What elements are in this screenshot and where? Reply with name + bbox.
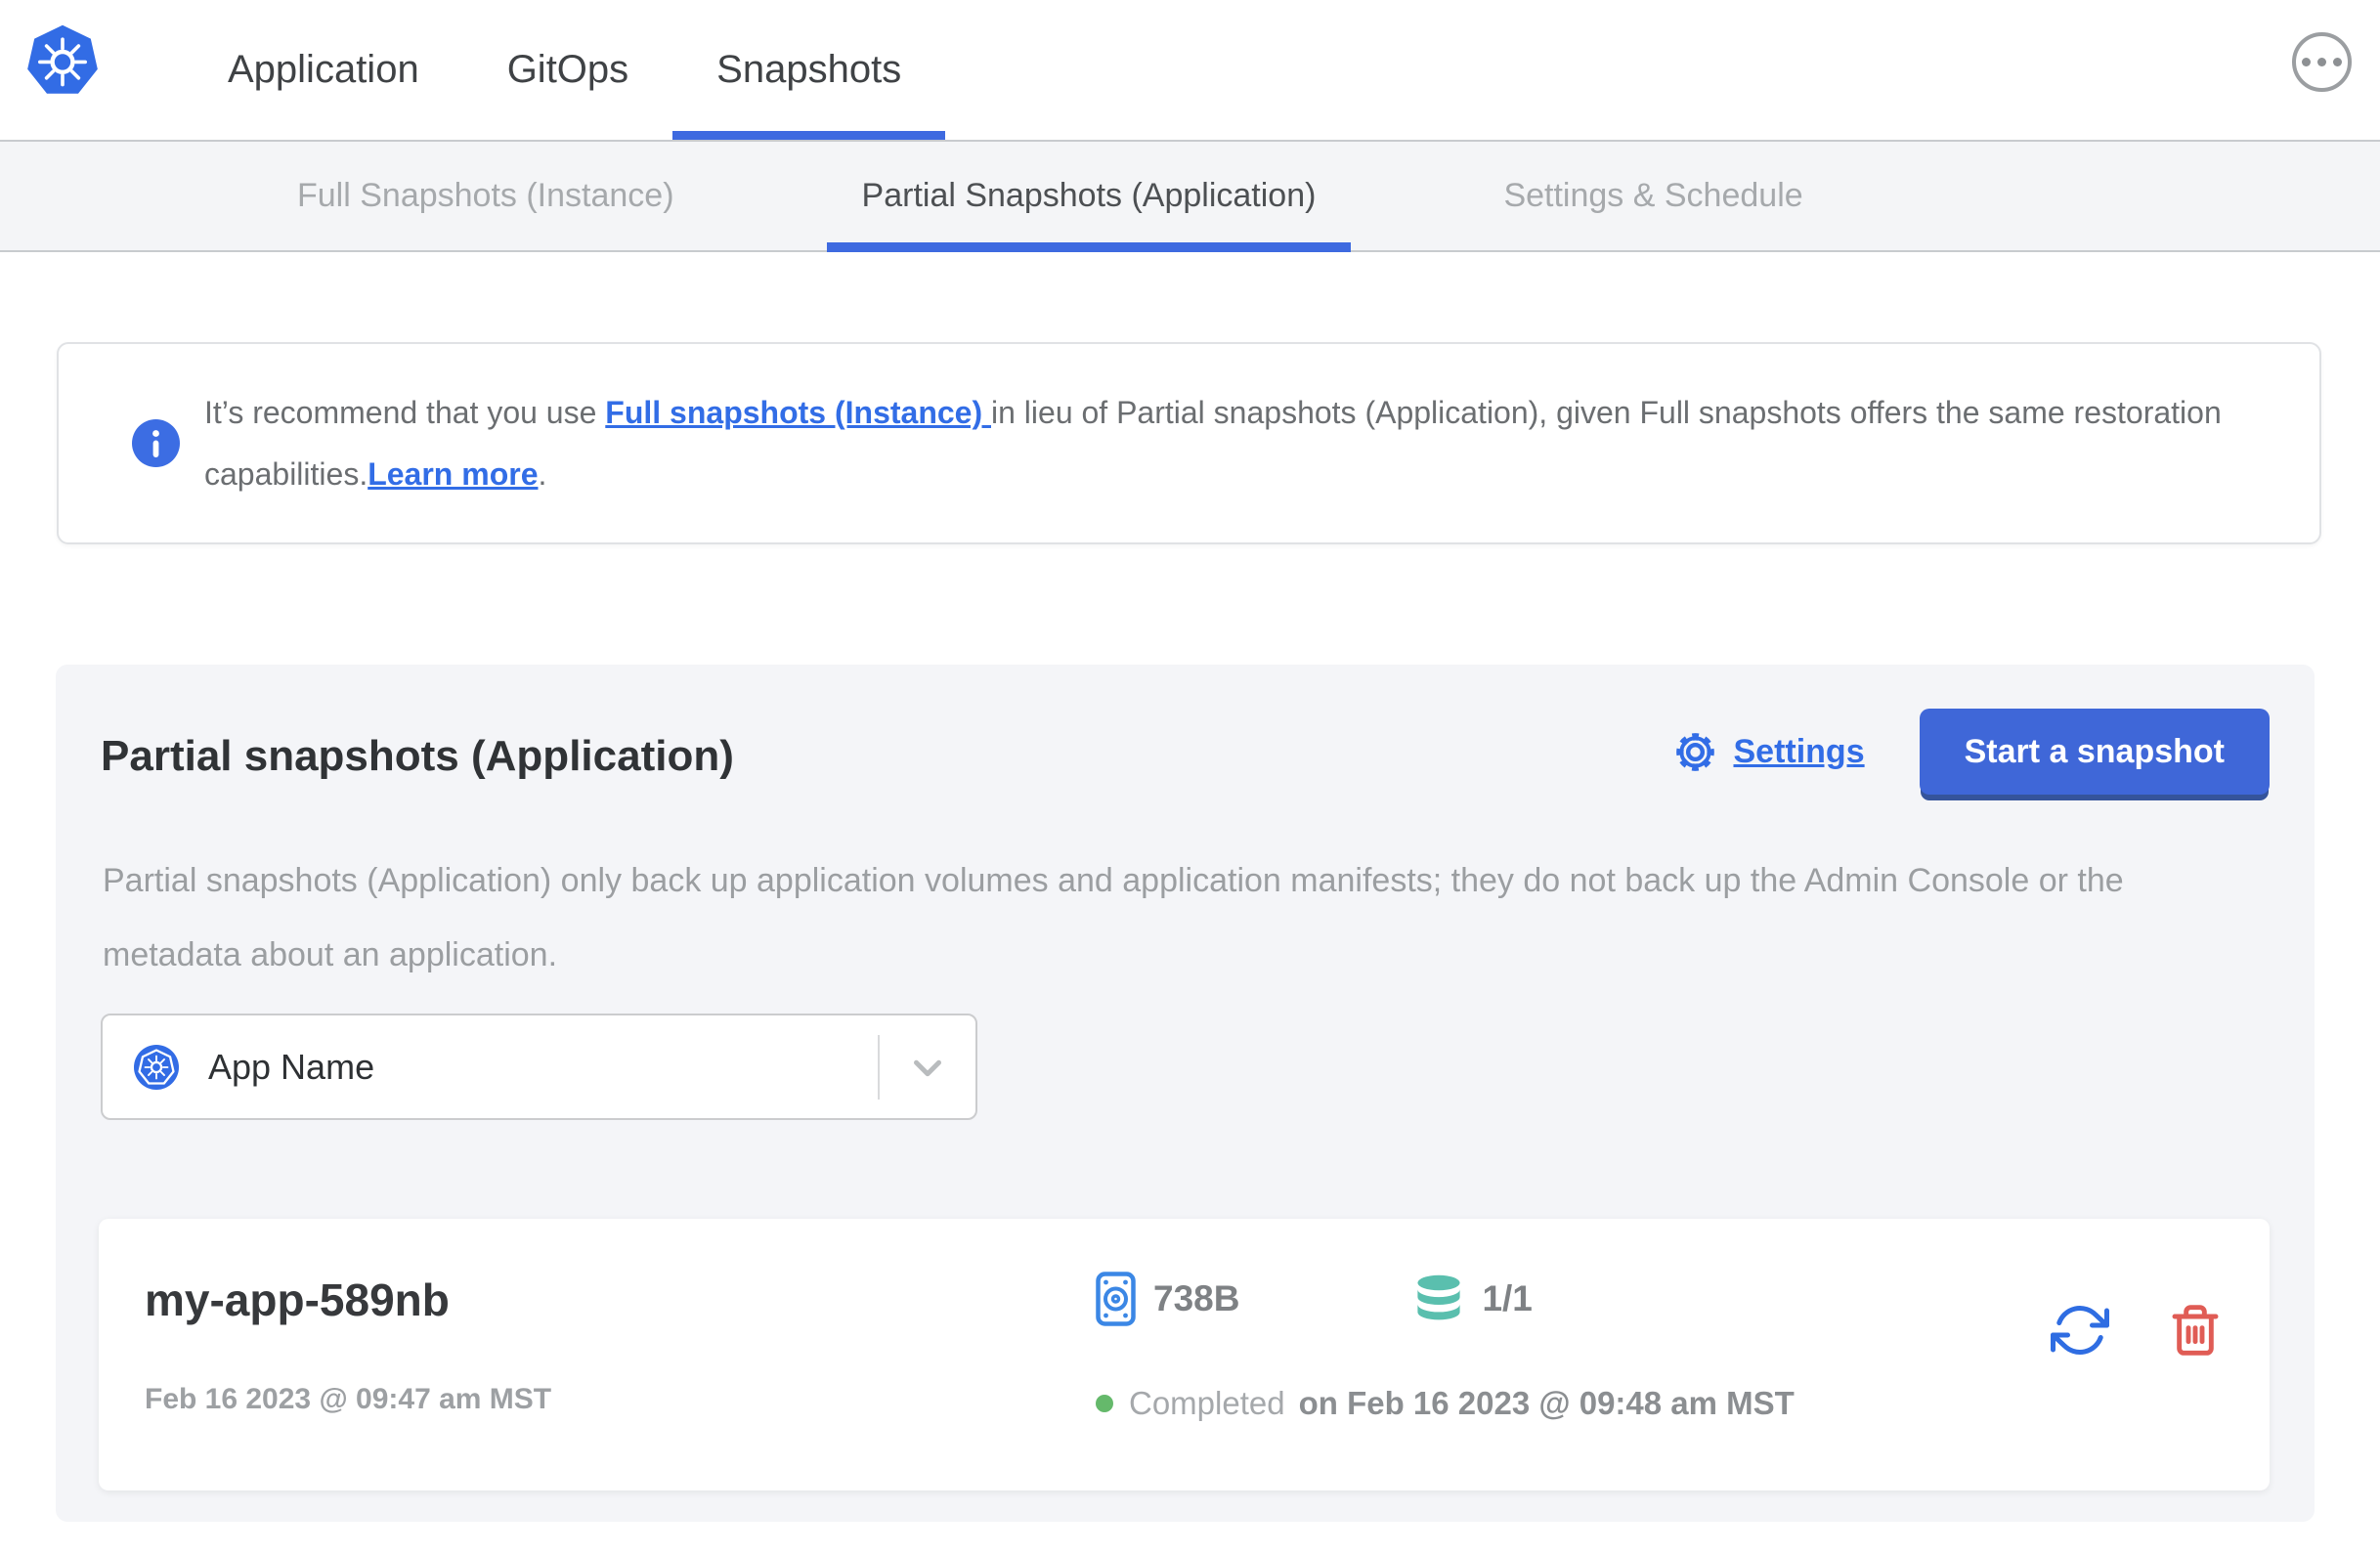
restore-icon [2051,1306,2109,1355]
delete-snapshot-button[interactable] [2168,1301,2223,1362]
kubernetes-logo-icon [27,24,98,94]
tab-label: Partial Snapshots (Application) [861,177,1317,214]
nav-item-gitops[interactable]: GitOps [463,0,672,140]
kubernetes-app-icon [134,1044,179,1090]
full-snapshots-instance-link[interactable]: Full snapshots (Instance) [605,395,991,430]
primary-nav: Application GitOps Snapshots [184,0,946,140]
app-selector-value: App Name [208,1046,375,1087]
nav-item-application[interactable]: Application [184,0,463,140]
disk-icon [1096,1272,1136,1326]
app-name-selector[interactable]: App Name [101,1014,977,1120]
snapshot-finished-time: on Feb 16 2023 @ 09:48 am MST [1298,1385,1795,1421]
info-banner: It’s recommend that you use Full snapsho… [57,342,2321,544]
status-label: Completed [1129,1385,1285,1421]
snapshot-size-metric: 738B [1096,1272,1239,1326]
nav-item-label: Snapshots [716,48,902,91]
tab-label: Full Snapshots (Instance) [297,177,674,214]
panel-header: Partial snapshots (Application) Settings… [101,709,2270,795]
snapshot-metrics: 738B 1/1 [1096,1272,1533,1326]
snapshot-volumes-metric: 1/1 [1413,1274,1533,1323]
start-snapshot-button[interactable]: Start a snapshot [1919,709,2270,795]
snapshot-actions [2051,1301,2223,1362]
restore-snapshot-button[interactable] [2051,1301,2109,1362]
tab-label: Settings & Schedule [1503,177,1803,214]
active-indicator [826,242,1352,252]
active-indicator [672,131,946,140]
trash-icon [2172,1305,2219,1356]
banner-text-before: It’s recommend that you use [204,394,606,430]
snapshot-status-row: Completed on Feb 16 2023 @ 09:48 am MST [1096,1385,1795,1422]
settings-link[interactable]: Settings [1733,733,1864,771]
snapshot-row: my-app-589nb Feb 16 2023 @ 09:47 am MST [99,1219,2270,1490]
snapshots-tabbar: Full Snapshots (Instance) Partial Snapsh… [0,140,2380,252]
tab-full-snapshots-instance[interactable]: Full Snapshots (Instance) [262,142,710,250]
chevron-down-icon[interactable] [905,1045,950,1090]
banner-text: It’s recommend that you use Full snapsho… [204,382,2228,505]
database-icon [1417,1274,1461,1320]
snapshots-page: Application GitOps Snapshots Full Snapsh… [0,0,2380,1554]
gear-icon[interactable] [1672,729,1718,775]
status-dot-icon [1096,1395,1113,1412]
overflow-menu-button[interactable] [2292,32,2352,92]
panel-description: Partial snapshots (Application) only bac… [103,862,2124,973]
selector-divider [878,1034,880,1100]
volumes-count: 1/1 [1482,1278,1533,1318]
top-navbar: Application GitOps Snapshots [0,0,2380,140]
nav-item-label: Application [228,48,419,91]
tab-settings-schedule[interactable]: Settings & Schedule [1468,142,1838,250]
partial-snapshots-panel: Partial snapshots (Application) Settings… [56,665,2315,1522]
snapshot-size: 738B [1153,1278,1240,1318]
info-icon [132,419,180,467]
panel-title: Partial snapshots (Application) [101,732,734,780]
snapshot-name: my-app-589nb [145,1274,450,1325]
tab-partial-snapshots-application[interactable]: Partial Snapshots (Application) [826,142,1352,252]
banner-text-after: . [538,455,547,492]
ellipsis-icon [2302,58,2311,66]
nav-item-label: GitOps [506,48,629,91]
snapshot-started-time: Feb 16 2023 @ 09:47 am MST [145,1383,552,1415]
nav-item-snapshots[interactable]: Snapshots [672,0,946,140]
learn-more-link[interactable]: Learn more [368,456,538,492]
